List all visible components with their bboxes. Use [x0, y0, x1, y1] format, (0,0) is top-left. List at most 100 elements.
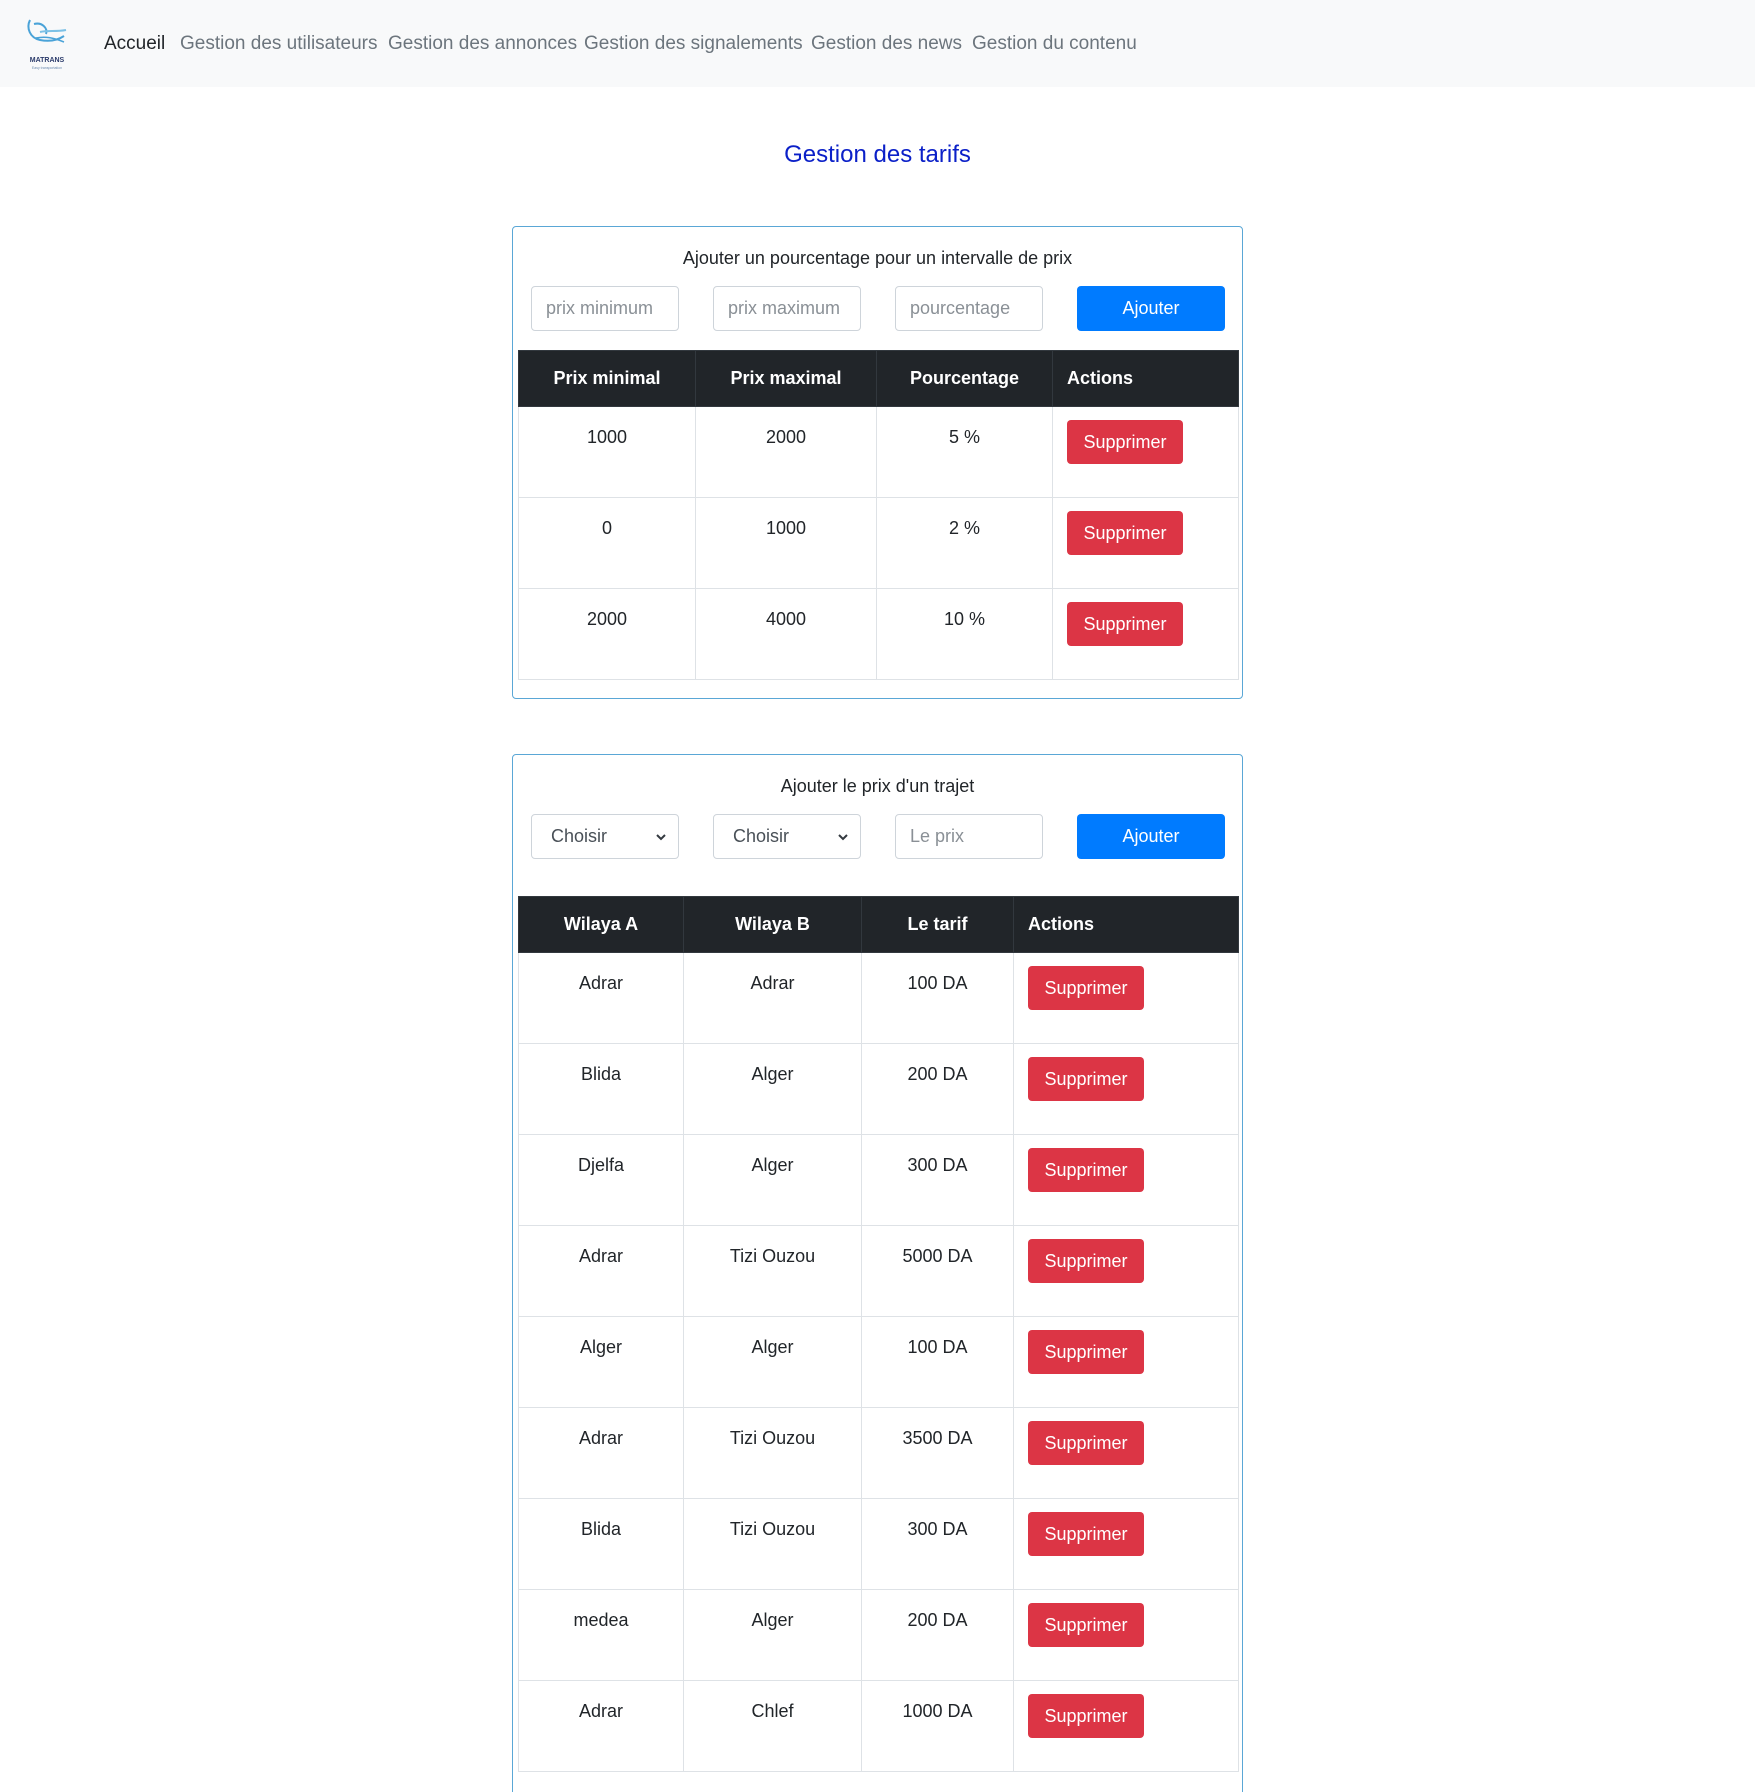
cell-wilaya-b: Tizi Ouzou — [683, 1225, 862, 1317]
cell-actions: Supprimer — [1013, 1225, 1239, 1317]
delete-button[interactable]: Supprimer — [1028, 1148, 1144, 1192]
cell-max: 2000 — [695, 406, 877, 498]
cell-tarif: 300 DA — [861, 1134, 1014, 1226]
cell-wilaya-b: Tizi Ouzou — [683, 1407, 862, 1499]
add-percentage-button[interactable]: Ajouter — [1077, 286, 1225, 331]
cell-tarif: 1000 DA — [861, 1680, 1014, 1772]
cell-actions: Supprimer — [1013, 1498, 1239, 1590]
nav-gestion-annonces[interactable]: Gestion des annonces — [388, 33, 577, 55]
col-header-prix-maximal: Prix maximal — [695, 350, 877, 407]
matrans-logo[interactable]: MATRANS Easy transportation — [24, 12, 70, 72]
min-price-input[interactable] — [531, 286, 679, 331]
chevron-down-icon — [656, 833, 666, 840]
cell-percent: 10 % — [876, 588, 1053, 680]
route-card-title: Ajouter le prix d'un trajet — [780, 776, 975, 796]
table-row: Adrar Tizi Ouzou 5000 DA Supprimer — [518, 1225, 1239, 1317]
cell-actions: Supprimer — [1013, 1316, 1239, 1408]
percentage-input[interactable] — [895, 286, 1043, 331]
route-price-card: Ajouter le prix d'un trajet Choisir Choi… — [512, 754, 1243, 1792]
chevron-down-icon — [838, 833, 848, 840]
col-header-wilaya-b: Wilaya B — [683, 896, 862, 953]
delete-button[interactable]: Supprimer — [1028, 1330, 1144, 1374]
delete-button[interactable]: Supprimer — [1067, 420, 1183, 464]
cell-wilaya-b: Tizi Ouzou — [683, 1498, 862, 1590]
cell-min: 2000 — [518, 588, 696, 680]
nav-gestion-contenu[interactable]: Gestion du contenu — [972, 33, 1137, 55]
cell-min: 1000 — [518, 406, 696, 498]
cell-actions: Supprimer — [1013, 1407, 1239, 1499]
cell-tarif: 100 DA — [861, 952, 1014, 1044]
nav-gestion-utilisateurs[interactable]: Gestion des utilisateurs — [180, 33, 378, 55]
cell-actions: Supprimer — [1052, 588, 1239, 680]
page-title: Gestion des tarifs — [784, 141, 971, 168]
table-row: Adrar Tizi Ouzou 3500 DA Supprimer — [518, 1407, 1239, 1499]
col-header-actions: Actions — [1013, 896, 1239, 953]
cell-percent: 2 % — [876, 497, 1053, 589]
col-header-pourcentage: Pourcentage — [876, 350, 1053, 407]
table-header-row: Prix minimal Prix maximal Pourcentage Ac… — [518, 350, 1239, 407]
cell-wilaya-b: Alger — [683, 1316, 862, 1408]
add-route-price-button[interactable]: Ajouter — [1077, 814, 1225, 859]
cell-wilaya-a: Blida — [518, 1498, 684, 1590]
cell-wilaya-a: Alger — [518, 1316, 684, 1408]
cell-actions: Supprimer — [1013, 1134, 1239, 1226]
col-header-wilaya-a: Wilaya A — [518, 896, 684, 953]
wilaya-b-select[interactable]: Choisir — [713, 814, 861, 859]
percentage-card: Ajouter un pourcentage pour un intervall… — [512, 226, 1243, 699]
delete-button[interactable]: Supprimer — [1067, 602, 1183, 646]
cell-wilaya-a: Adrar — [518, 1680, 684, 1772]
nav-accueil[interactable]: Accueil — [104, 33, 165, 55]
col-header-actions: Actions — [1052, 350, 1239, 407]
delete-button[interactable]: Supprimer — [1028, 1603, 1144, 1647]
table-row: Blida Tizi Ouzou 300 DA Supprimer — [518, 1498, 1239, 1590]
delete-button[interactable]: Supprimer — [1028, 1421, 1144, 1465]
wilaya-a-selected: Choisir — [551, 826, 608, 846]
wilaya-a-select[interactable]: Choisir — [531, 814, 679, 859]
cell-wilaya-a: Blida — [518, 1043, 684, 1135]
cell-max: 4000 — [695, 588, 877, 680]
cell-wilaya-b: Alger — [683, 1134, 862, 1226]
cell-wilaya-a: Adrar — [518, 952, 684, 1044]
cell-percent: 5 % — [876, 406, 1053, 498]
logo-text: MATRANS — [30, 57, 65, 64]
table-row: 0 1000 2 % Supprimer — [518, 497, 1239, 589]
table-header-row: Wilaya A Wilaya B Le tarif Actions — [518, 896, 1239, 953]
cell-tarif: 3500 DA — [861, 1407, 1014, 1499]
cell-wilaya-a: medea — [518, 1589, 684, 1681]
delete-button[interactable]: Supprimer — [1028, 1694, 1144, 1738]
cell-actions: Supprimer — [1013, 1043, 1239, 1135]
table-row: Adrar Adrar 100 DA Supprimer — [518, 952, 1239, 1044]
delete-button[interactable]: Supprimer — [1028, 1057, 1144, 1101]
wilaya-b-selected: Choisir — [733, 826, 790, 846]
table-row: Adrar Chlef 1000 DA Supprimer — [518, 1680, 1239, 1772]
max-price-input[interactable] — [713, 286, 861, 331]
delete-button[interactable]: Supprimer — [1028, 966, 1144, 1010]
cell-actions: Supprimer — [1013, 952, 1239, 1044]
delete-button[interactable]: Supprimer — [1028, 1512, 1144, 1556]
logo-subtext: Easy transportation — [32, 66, 62, 70]
cell-tarif: 200 DA — [861, 1589, 1014, 1681]
nav-gestion-signalements[interactable]: Gestion des signalements — [584, 33, 803, 55]
cell-actions: Supprimer — [1052, 406, 1239, 498]
route-price-input[interactable] — [895, 814, 1043, 859]
percentage-card-title: Ajouter un pourcentage pour un intervall… — [682, 248, 1073, 268]
route-price-table: Wilaya A Wilaya B Le tarif Actions Adrar… — [518, 896, 1239, 1772]
logo-icon: MATRANS Easy transportation — [27, 19, 67, 70]
delete-button[interactable]: Supprimer — [1028, 1239, 1144, 1283]
table-row: Blida Alger 200 DA Supprimer — [518, 1043, 1239, 1135]
cell-tarif: 100 DA — [861, 1316, 1014, 1408]
cell-wilaya-a: Adrar — [518, 1225, 684, 1317]
navbar: MATRANS Easy transportation Accueil Gest… — [0, 0, 1755, 87]
cell-wilaya-b: Chlef — [683, 1680, 862, 1772]
table-row: medea Alger 200 DA Supprimer — [518, 1589, 1239, 1681]
nav-gestion-news[interactable]: Gestion des news — [811, 33, 962, 55]
cell-tarif: 300 DA — [861, 1498, 1014, 1590]
table-row: 1000 2000 5 % Supprimer — [518, 406, 1239, 498]
cell-tarif: 200 DA — [861, 1043, 1014, 1135]
col-header-prix-minimal: Prix minimal — [518, 350, 696, 407]
cell-actions: Supprimer — [1052, 497, 1239, 589]
table-row: Alger Alger 100 DA Supprimer — [518, 1316, 1239, 1408]
cell-wilaya-b: Adrar — [683, 952, 862, 1044]
delete-button[interactable]: Supprimer — [1067, 511, 1183, 555]
cell-min: 0 — [518, 497, 696, 589]
